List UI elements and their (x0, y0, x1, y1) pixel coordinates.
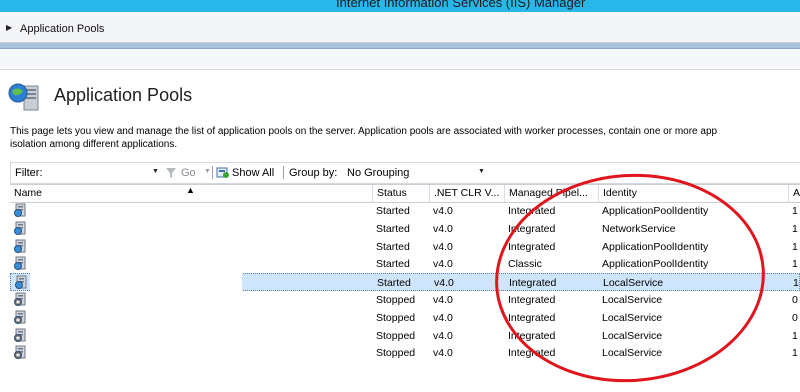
cell-identity: ApplicationPoolIdentity (602, 240, 709, 253)
cell-apps: 0 (792, 293, 798, 306)
cell-clr: v4.0 (434, 277, 454, 290)
app-pools-icon (8, 83, 39, 111)
cell-status: Stopped (376, 293, 416, 306)
cell-clr: v4.0 (433, 258, 453, 271)
cell-pipeline: Integrated (508, 347, 556, 360)
cell-status: Stopped (376, 329, 416, 342)
sort-ascending-icon: ▲ (186, 185, 195, 195)
toolbar-separator (283, 166, 284, 179)
column-header-status[interactable]: Status (372, 185, 429, 202)
show-all-icon (216, 167, 229, 178)
cell-clr: v4.0 (433, 329, 453, 342)
go-dropdown-icon[interactable]: ▼ (204, 168, 211, 175)
group-by-dropdown-icon[interactable]: ▼ (478, 168, 485, 175)
cell-status: Started (376, 205, 410, 217)
app-pool-started-icon (14, 221, 26, 235)
cell-pipeline: Integrated (508, 293, 556, 306)
cell-clr: v4.0 (433, 222, 453, 235)
cell-apps: 1 (792, 258, 798, 271)
cell-apps: 1 (792, 240, 798, 253)
filter-input[interactable] (49, 164, 159, 180)
app-pool-started-icon (14, 203, 26, 217)
column-header-clr-version[interactable]: .NET CLR V... (429, 185, 504, 202)
cell-pipeline: Integrated (509, 277, 557, 290)
cell-identity: LocalService (602, 311, 663, 324)
cell-clr: v4.0 (433, 347, 453, 360)
app-pool-stopped-icon (14, 345, 26, 360)
cell-pipeline: Classic (508, 258, 542, 271)
app-pool-started-icon (15, 275, 27, 290)
cell-identity: LocalService (602, 329, 663, 342)
column-header-pipeline[interactable]: Managed Pipel... (504, 185, 598, 202)
description-line-1: This page lets you view and manage the l… (10, 126, 718, 137)
redacted-names-area (30, 205, 242, 359)
app-pool-started-icon (14, 256, 26, 271)
cell-apps: 1 (792, 329, 798, 342)
cell-status: Started (376, 222, 410, 235)
page-description: This page lets you view and manage the l… (10, 125, 800, 153)
cell-identity: ApplicationPoolIdentity (602, 205, 709, 217)
column-header-applications[interactable]: A (788, 185, 800, 202)
description-line-2: isolation among different applications. (10, 139, 178, 150)
app-pool-stopped-icon (14, 310, 26, 324)
breadcrumb-chevron-icon[interactable]: ▶ (6, 23, 12, 32)
cell-clr: v4.0 (433, 205, 453, 217)
cell-apps: 1 (792, 205, 798, 217)
cell-pipeline: Integrated (508, 205, 556, 217)
cell-pipeline: Integrated (508, 240, 556, 253)
page-title: Application Pools (54, 85, 193, 105)
group-by-select[interactable]: No Grouping (347, 167, 409, 179)
app-pool-stopped-icon (14, 328, 26, 342)
toolbar-separator (212, 166, 213, 179)
cell-apps: 1 (792, 222, 798, 235)
cell-identity: LocalService (602, 347, 663, 360)
cell-clr: v4.0 (433, 293, 453, 306)
cell-clr: v4.0 (433, 240, 453, 253)
filter-label: Filter: (15, 167, 43, 179)
filter-dropdown-icon[interactable]: ▼ (152, 168, 159, 175)
app-pool-started-icon (14, 239, 26, 253)
group-by-label: Group by: (289, 167, 338, 179)
cell-status: Stopped (376, 311, 416, 324)
window-titlebar: Internet Information Services (IIS) Mana… (0, 0, 800, 12)
cell-status: Started (377, 277, 411, 290)
show-all-button[interactable]: Show All (232, 167, 274, 179)
cell-clr: v4.0 (433, 311, 453, 324)
cell-apps: 1 (793, 277, 799, 290)
cell-pipeline: Integrated (508, 222, 556, 235)
cell-identity: LocalService (603, 277, 664, 290)
cell-identity: NetworkService (602, 222, 676, 235)
filter-bar: Filter: ▼ Go ▼ Show All Group by: No Gro… (10, 162, 800, 184)
cell-status: Started (376, 240, 410, 253)
cell-apps: 0 (792, 311, 798, 324)
column-header-identity[interactable]: Identity (598, 185, 788, 202)
breadcrumb-item[interactable]: Application Pools (20, 23, 104, 35)
cell-status: Started (376, 258, 410, 271)
cell-status: Stopped (376, 347, 416, 360)
view-toolbar (0, 49, 800, 70)
cell-pipeline: Integrated (508, 329, 556, 342)
window-title: Internet Information Services (IIS) Mana… (336, 0, 586, 10)
app-pool-stopped-icon (14, 292, 26, 306)
cell-identity: LocalService (602, 293, 663, 306)
cell-identity: ApplicationPoolIdentity (602, 258, 709, 271)
address-bar: ▶ Application Pools (0, 12, 800, 43)
funnel-icon (166, 168, 176, 178)
cell-pipeline: Integrated (508, 311, 556, 324)
table-header: Name ▲ Status .NET CLR V... Managed Pipe… (10, 184, 800, 203)
go-button[interactable]: Go (181, 167, 196, 179)
cell-apps: 1 (792, 347, 798, 360)
